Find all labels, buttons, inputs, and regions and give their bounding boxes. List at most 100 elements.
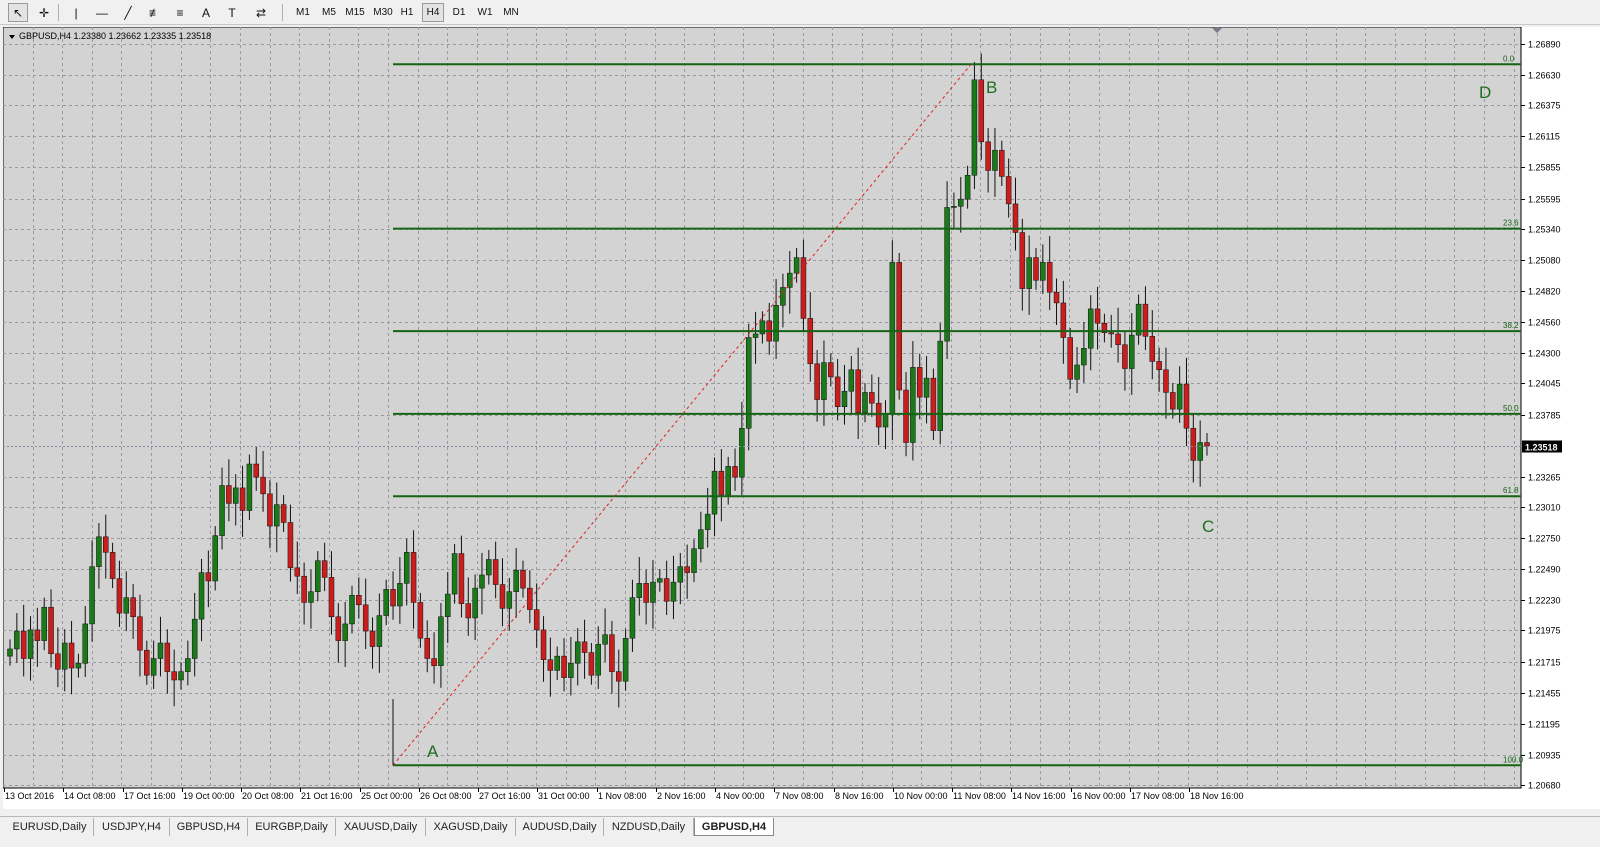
fibonacci-icon[interactable]: ≡ (170, 3, 190, 22)
chart-tab-gbpusd-h4[interactable]: GBPUSD,H4 (694, 818, 774, 836)
candle-bear (533, 609, 540, 631)
chart-header-info: GBPUSD,H4 1.23380 1.23662 1.23335 1.2351… (19, 31, 211, 41)
chart-tab-xagusd-daily[interactable]: XAGUSD,Daily (426, 818, 516, 836)
price-axis-label: 1.24300 (1528, 349, 1561, 359)
candle-bull (397, 583, 403, 607)
equidistant-channel-icon[interactable]: ≢ (144, 3, 166, 22)
candle-bear (260, 476, 266, 495)
candle-bear (431, 658, 437, 666)
price-axis-label: 1.25595 (1528, 195, 1561, 205)
candle-bear (410, 552, 417, 603)
toolbar: ↖ ✛ | — ╱ ≢ ≡ A T ⇄ M1 M5 M15 M30 H1 H4 D1 W1 MN (0, 0, 1600, 25)
candle-bull (554, 655, 560, 671)
candle-bull (739, 427, 745, 478)
text-label-icon[interactable]: T (222, 3, 242, 22)
price-axis-label: 1.25340 (1528, 225, 1561, 235)
candle-bear (1190, 427, 1197, 461)
candle-bear (540, 629, 547, 660)
timeframe-mn-button[interactable]: MN (500, 3, 522, 22)
text-icon[interactable]: A (196, 3, 216, 22)
wave-label-a: A (427, 742, 439, 761)
vertical-line-icon[interactable]: | (66, 3, 86, 22)
candle-bear (1046, 262, 1053, 293)
candle-bull (123, 597, 130, 614)
candle-bear (903, 389, 909, 443)
chart-tab-xauusd-daily[interactable]: XAUUSD,Daily (336, 818, 426, 836)
price-chart[interactable]: 1.26890 1.26630 1.26375 1.26115 1.25855 1.255… (2, 26, 1600, 809)
candle-bear (499, 584, 506, 609)
price-axis-label: 1.23785 (1528, 411, 1561, 421)
timeframe-m1-button[interactable]: M1 (292, 3, 314, 22)
time-axis-label: 11 Nov 08:00 (953, 791, 1006, 801)
candle-bull (349, 595, 355, 625)
time-axis-label: 1 Nov 08:00 (598, 791, 647, 801)
price-axis-label: 1.26115 (1528, 132, 1560, 142)
candle-bull (75, 663, 82, 669)
candle-bear (171, 671, 177, 681)
candle-bear (930, 377, 937, 431)
chart-tab-eurusd-daily[interactable]: EURUSD,Daily (6, 818, 94, 836)
candle-bear (814, 363, 820, 400)
candle-bear (1108, 332, 1114, 335)
chart-tab-gbpusd-h4[interactable]: GBPUSD,H4 (170, 818, 248, 836)
timeframe-h1-button[interactable]: H1 (396, 3, 418, 22)
candle-bull (958, 198, 964, 207)
candle-bear (1183, 383, 1190, 429)
candle-bear (465, 603, 472, 619)
timeframe-m5-button[interactable]: M5 (318, 3, 340, 22)
candle-bull (780, 287, 786, 306)
candle-bull (232, 487, 239, 504)
trendline-icon[interactable]: ╱ (118, 3, 138, 22)
candle-bull (629, 597, 636, 639)
chart-tab-usdjpy-h4[interactable]: USDJPY,H4 (94, 818, 170, 836)
timeframe-w1-button[interactable]: W1 (474, 3, 496, 22)
candle-bear (800, 257, 807, 319)
candle-bear (226, 485, 232, 504)
price-axis-label: 1.22230 (1528, 596, 1561, 606)
cursor-icon[interactable]: ↖ (8, 3, 28, 22)
candle-bear (588, 652, 595, 676)
timeframe-d1-button[interactable]: D1 (448, 3, 470, 22)
candle-bull (14, 630, 20, 650)
chart-window[interactable]: 1.26890 1.26630 1.26375 1.26115 1.25855 1.255… (2, 26, 1600, 809)
candle-bull (951, 206, 957, 208)
candle-bull (992, 149, 998, 171)
candle-bear (1053, 291, 1060, 304)
candle-bear (417, 602, 424, 639)
price-axis-label: 1.22490 (1528, 565, 1561, 575)
candle-bull (773, 305, 779, 342)
time-axis-label: 10 Nov 00:00 (894, 791, 948, 801)
chart-tab-nzdusd-daily[interactable]: NZDUSD,Daily (604, 818, 694, 836)
candle-bear (1122, 344, 1128, 369)
timeframe-h4-button[interactable]: H4 (422, 3, 444, 22)
fibonacci-level-label: 100.0 (1503, 755, 1524, 764)
time-axis-label: 18 Nov 16:00 (1190, 791, 1244, 801)
candle-bear (267, 493, 273, 527)
price-axis-label: 1.23265 (1528, 473, 1561, 483)
candle-bull (725, 466, 731, 496)
candle-bear (287, 522, 294, 569)
chart-tab-audusd-daily[interactable]: AUDUSD,Daily (516, 818, 604, 836)
candle-bull (964, 175, 971, 200)
arrows-icon[interactable]: ⇄ (248, 3, 274, 22)
time-axis-label: 19 Oct 00:00 (183, 791, 235, 801)
price-axis-label: 1.22750 (1528, 534, 1561, 544)
candle-bull (595, 643, 601, 676)
candle-bull (568, 663, 574, 678)
candle-bear (663, 578, 670, 602)
horizontal-line-icon[interactable]: — (92, 3, 112, 22)
candle-bull (889, 262, 896, 415)
time-axis-label: 8 Nov 16:00 (835, 791, 884, 801)
crosshair-icon[interactable]: ✛ (34, 3, 54, 22)
candle-bull (308, 591, 314, 603)
candle-bear (335, 616, 342, 641)
chart-tab-eurgbp-daily[interactable]: EURGBP,Daily (248, 818, 336, 836)
candle-bull (479, 574, 485, 589)
candle-bear (321, 560, 328, 578)
timeframe-m30-button[interactable]: M30 (370, 3, 396, 22)
candle-bear (68, 642, 75, 669)
timeframe-m15-button[interactable]: M15 (342, 3, 368, 22)
price-axis-label: 1.25080 (1528, 256, 1561, 266)
candle-bull (274, 504, 280, 527)
candle-bull (622, 637, 629, 682)
